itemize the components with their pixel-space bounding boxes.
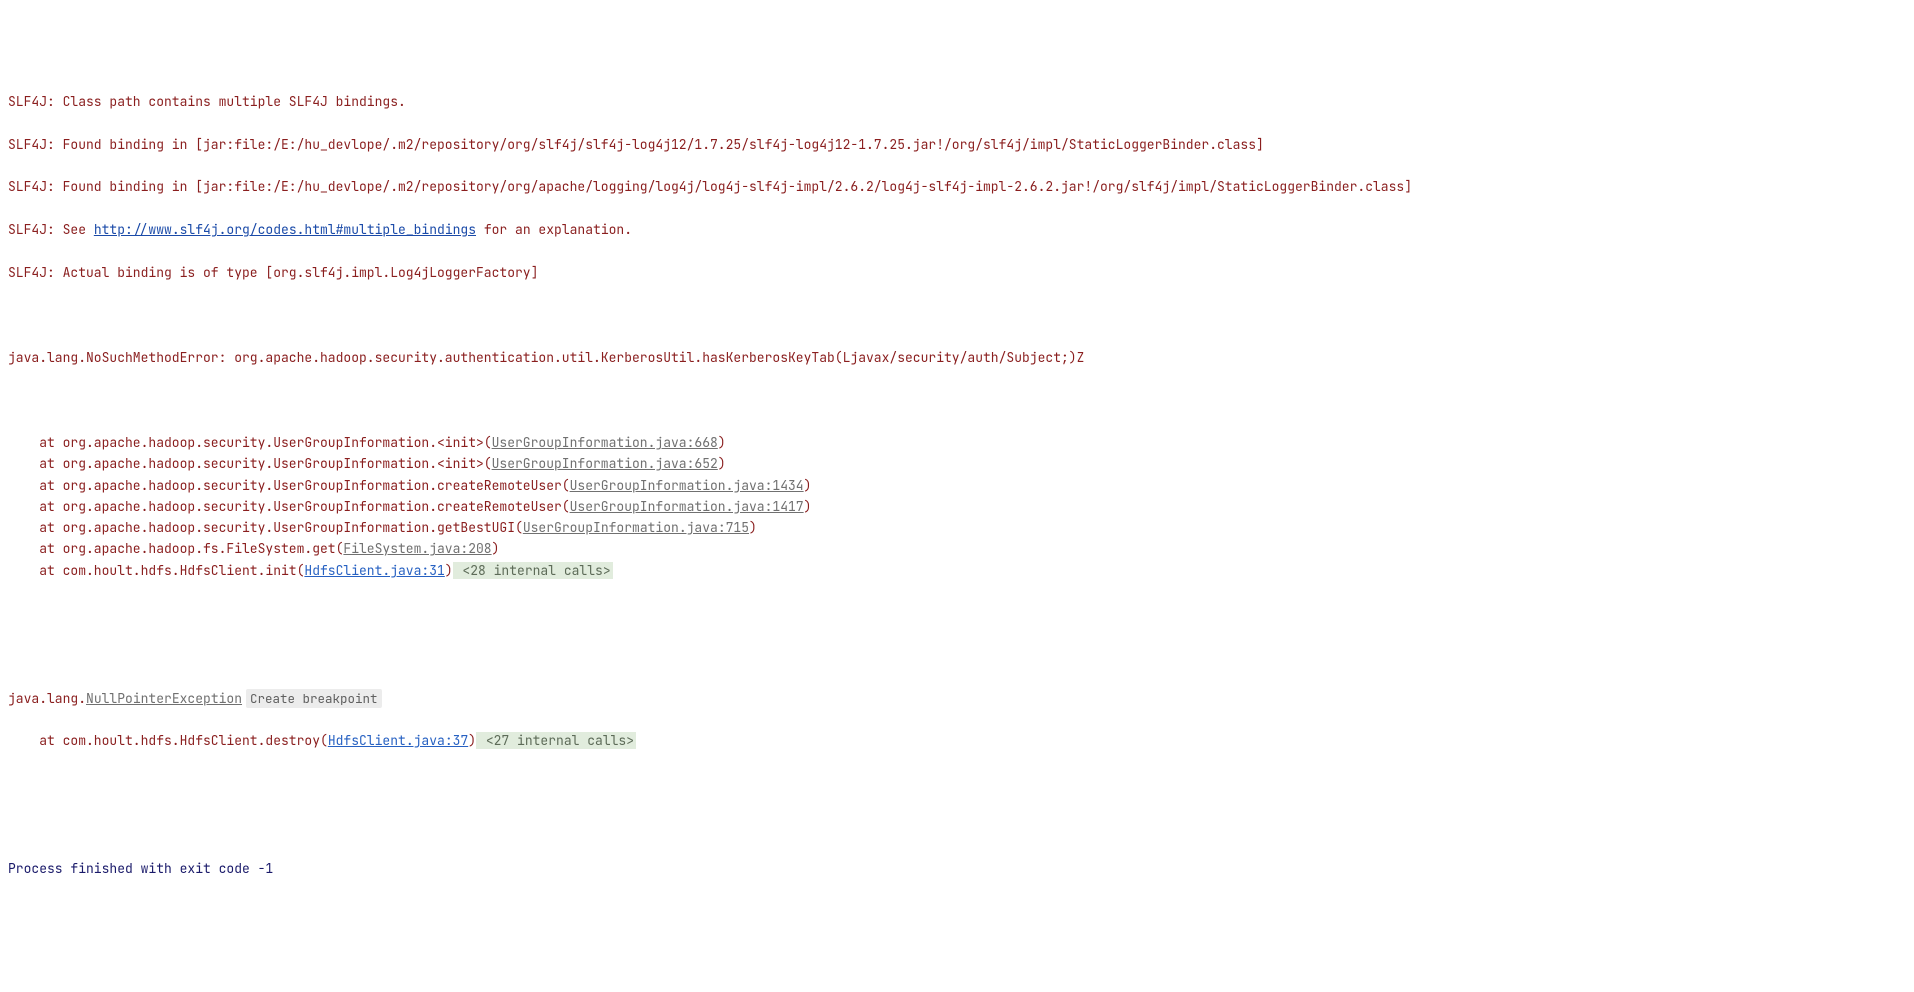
stack-frame-text: at org.apache.hadoop.security.UserGroupI… (8, 519, 523, 536)
stack-frame: at org.apache.hadoop.security.UserGroupI… (8, 432, 1906, 453)
slf4j-line-actual: SLF4J: Actual binding is of type [org.sl… (8, 262, 1906, 283)
npe-line: java.lang.NullPointerExceptionCreate bre… (8, 688, 1906, 709)
blank-line (8, 815, 1906, 836)
blank-line (8, 645, 1906, 666)
source-link[interactable]: UserGroupInformation.java:715 (523, 519, 749, 536)
error-header: java.lang.NoSuchMethodError: org.apache.… (8, 347, 1906, 368)
stack-frame-paren: ) (492, 540, 500, 557)
stack-frame-paren: ) (718, 455, 726, 472)
stack-frame-paren: ) (804, 498, 812, 515)
blank-line (8, 602, 1906, 623)
exit-message: Process finished with exit code -1 (8, 858, 1906, 879)
stack-frame-paren: ) (749, 519, 757, 536)
stack-frame-text: at org.apache.hadoop.security.UserGroupI… (8, 498, 570, 515)
stack-frame-text: at com.hoult.hdfs.HdfsClient.destroy( (8, 732, 328, 749)
internal-calls-badge[interactable]: <28 internal calls> (453, 562, 613, 579)
stack-frame-paren: ) (804, 477, 812, 494)
stack-frame-paren: ) (468, 732, 476, 749)
source-link[interactable]: HdfsClient.java:37 (328, 732, 468, 749)
slf4j-line-3: SLF4J: Found binding in [jar:file:/E:/hu… (8, 176, 1906, 197)
stack-frame: at org.apache.hadoop.security.UserGroupI… (8, 453, 1906, 474)
blank-line (8, 304, 1906, 325)
slf4j-line-2: SLF4J: Found binding in [jar:file:/E:/hu… (8, 134, 1906, 155)
slf4j-line-see: SLF4J: See http://www.slf4j.org/codes.ht… (8, 219, 1906, 240)
npe-prefix: java.lang. (8, 690, 86, 707)
stack-frame: at org.apache.hadoop.fs.FileSystem.get(F… (8, 538, 1906, 559)
source-link[interactable]: HdfsClient.java:31 (304, 562, 444, 579)
stack-frame: at org.apache.hadoop.security.UserGroupI… (8, 475, 1906, 496)
stack-frame-text: at org.apache.hadoop.security.UserGroupI… (8, 477, 570, 494)
stack-frame: at org.apache.hadoop.security.UserGroupI… (8, 496, 1906, 517)
stack-frame-paren: ) (718, 434, 726, 451)
stack-frame: at org.apache.hadoop.security.UserGroupI… (8, 517, 1906, 538)
slf4j-url-link[interactable]: http://www.slf4j.org/codes.html#multiple… (94, 221, 476, 238)
stack-frame-text: at org.apache.hadoop.fs.FileSystem.get( (8, 540, 343, 557)
source-link[interactable]: FileSystem.java:208 (343, 540, 491, 557)
source-link[interactable]: UserGroupInformation.java:1417 (570, 498, 804, 515)
blank-line (8, 389, 1906, 410)
slf4j-see-post: for an explanation. (476, 221, 632, 238)
stack-frame-text: at com.hoult.hdfs.HdfsClient.init( (8, 562, 304, 579)
stack-frame-text: at org.apache.hadoop.security.UserGroupI… (8, 455, 492, 472)
create-breakpoint-button[interactable]: Create breakpoint (246, 689, 382, 708)
stack-frame-text: at org.apache.hadoop.security.UserGroupI… (8, 434, 492, 451)
source-link[interactable]: UserGroupInformation.java:668 (492, 434, 718, 451)
internal-calls-badge[interactable]: <27 internal calls> (476, 732, 636, 749)
npe-class-link[interactable]: NullPointerException (86, 690, 242, 707)
source-link[interactable]: UserGroupInformation.java:1434 (570, 477, 804, 494)
source-link[interactable]: UserGroupInformation.java:652 (492, 455, 718, 472)
slf4j-see-pre: SLF4J: See (8, 221, 94, 238)
stack-trace-2: at com.hoult.hdfs.HdfsClient.destroy(Hdf… (8, 730, 1906, 751)
stack-trace-1: at org.apache.hadoop.security.UserGroupI… (8, 432, 1906, 581)
stack-frame-paren: ) (445, 562, 453, 579)
stack-frame: at com.hoult.hdfs.HdfsClient.destroy(Hdf… (8, 730, 1906, 751)
blank-line (8, 773, 1906, 794)
slf4j-line-1: SLF4J: Class path contains multiple SLF4… (8, 91, 1906, 112)
